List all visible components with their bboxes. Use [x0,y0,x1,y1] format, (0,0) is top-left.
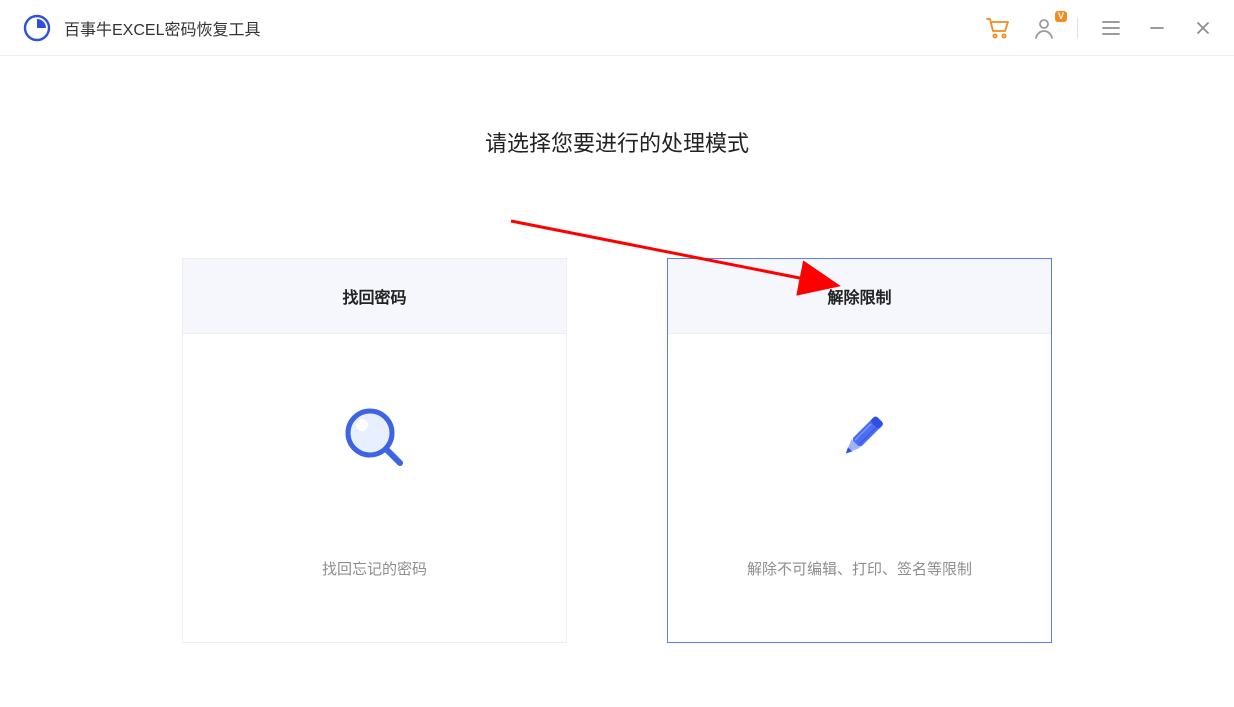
vip-badge: V [1055,11,1067,22]
card-recover-desc: 找回忘记的密码 [322,558,427,579]
app-logo-icon [22,13,52,43]
titlebar: 百事牛EXCEL密码恢复工具 V [0,0,1234,56]
cart-icon[interactable] [985,15,1011,41]
menu-icon[interactable] [1098,15,1124,41]
card-recover-body: 找回忘记的密码 [183,334,566,642]
user-icon[interactable]: V [1031,15,1057,41]
card-recover-password[interactable]: 找回密码 找回忘记的密码 [182,258,567,643]
card-unlock-desc: 解除不可编辑、打印、签名等限制 [747,558,972,579]
title-left: 百事牛EXCEL密码恢复工具 [22,13,260,43]
magnifier-icon [335,398,415,478]
titlebar-divider [1077,17,1078,39]
card-unlock-body: 解除不可编辑、打印、签名等限制 [668,334,1051,642]
card-recover-title: 找回密码 [183,259,566,334]
app-title: 百事牛EXCEL密码恢复工具 [64,16,260,40]
pencil-icon [820,398,900,478]
close-icon[interactable] [1190,15,1216,41]
card-unlock-title: 解除限制 [668,259,1051,334]
mode-cards: 找回密码 找回忘记的密码 解除限制 [0,258,1234,643]
page-heading: 请选择您要进行的处理模式 [0,126,1234,158]
main-area: 请选择您要进行的处理模式 找回密码 找回忘记的密码 解除限制 [0,56,1234,643]
minimize-icon[interactable] [1144,15,1170,41]
title-right: V [985,15,1216,41]
card-remove-restriction[interactable]: 解除限制 解除不可编辑、打印、签名等限制 [667,258,1052,643]
